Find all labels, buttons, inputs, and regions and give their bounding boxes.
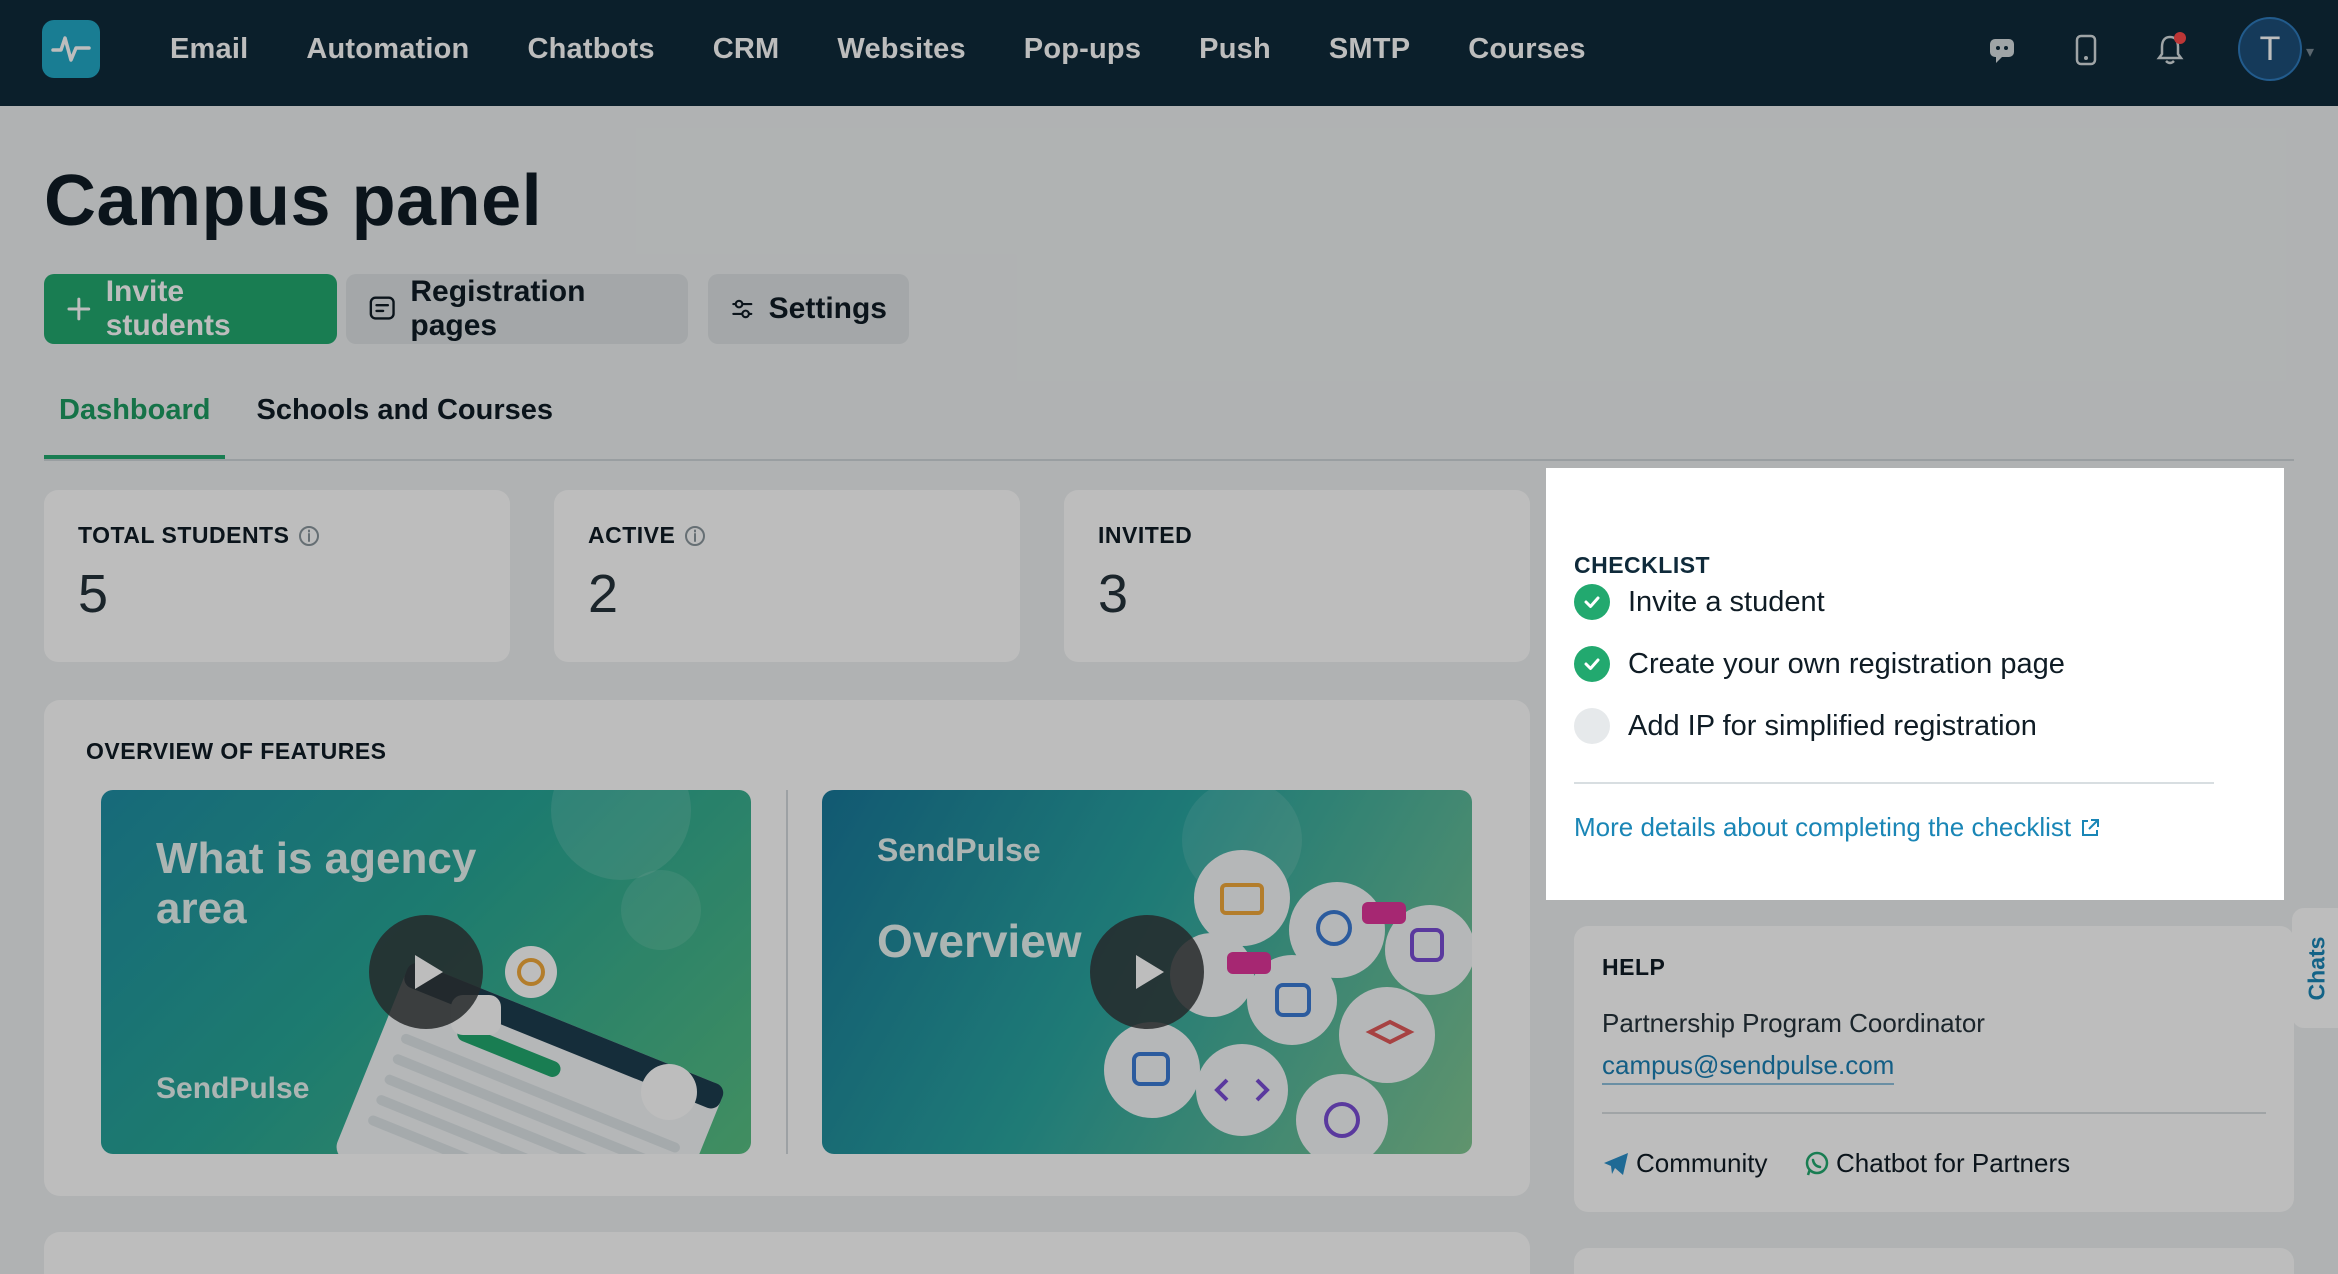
chatbot-for-partners-label: Chatbot for Partners	[1836, 1148, 2071, 1178]
sendpulse-logo[interactable]	[42, 20, 100, 78]
page-tabs: Dashboard Schools and Courses	[44, 388, 568, 460]
stat-total-students: TOTAL STUDENTS 5	[44, 490, 510, 662]
settings-sliders-icon	[732, 299, 753, 319]
stat-label-wrapper: INVITED	[1098, 522, 1496, 549]
main-nav: Email Automation Chatbots CRM Websites P…	[170, 0, 1586, 98]
nav-item-websites[interactable]: Websites	[837, 33, 965, 66]
chevron-down-icon[interactable]: ▾	[2306, 42, 2314, 62]
nav-item-courses[interactable]: Courses	[1468, 33, 1585, 66]
help-card: HELP Partnership Program Coordinator cam…	[1574, 926, 2294, 1212]
external-link-icon	[2082, 818, 2100, 836]
notifications-bell-icon[interactable]	[2150, 30, 2190, 70]
next-card-partial	[44, 1232, 1530, 1274]
checklist-divider	[1574, 782, 2214, 784]
check-pending-icon	[1574, 708, 1610, 744]
plus-icon	[67, 297, 91, 321]
registration-pages-label: Registration pages	[410, 275, 586, 342]
help-divider	[1602, 1112, 2266, 1114]
features-overview-card: OVERVIEW OF FEATURES What is agency area…	[44, 700, 1530, 1196]
stat-label-wrapper: TOTAL STUDENTS	[78, 522, 476, 549]
top-navigation: Email Automation Chatbots CRM Websites P…	[0, 0, 2338, 106]
nav-item-automation[interactable]: Automation	[306, 33, 469, 66]
play-icon	[415, 955, 443, 989]
video-title: What is agency area	[156, 834, 477, 933]
tab-dashboard[interactable]: Dashboard	[44, 388, 226, 460]
nav-item-popups[interactable]: Pop-ups	[1024, 33, 1141, 66]
next-right-card-partial	[1574, 1248, 2294, 1274]
help-title: HELP	[1602, 954, 1666, 980]
features-title: OVERVIEW OF FEATURES	[86, 738, 387, 764]
stat-invited: INVITED 3	[1064, 490, 1530, 662]
stat-value: 2	[588, 564, 619, 624]
checklist-title: CHECKLIST	[1574, 552, 1711, 578]
tabs-divider	[44, 459, 2294, 461]
checklist-details-label: More details about completing the checkl…	[1574, 812, 2072, 842]
video-overview[interactable]: SendPulse Overview	[822, 790, 1472, 1154]
stat-active: ACTIVE 2	[554, 490, 1020, 662]
invite-students-label: Invite students	[105, 275, 231, 342]
checklist-item: Invite a student	[1574, 584, 1825, 620]
checklist-item: Add IP for simplified registration	[1574, 708, 2037, 744]
checklist-item: Create your own registration page	[1574, 646, 2065, 682]
telegram-icon	[1604, 1152, 1628, 1175]
help-email-link[interactable]: campus@sendpulse.com	[1602, 1050, 1895, 1085]
features-divider	[786, 790, 788, 1154]
help-role: Partnership Program Coordinator	[1602, 1008, 1985, 1038]
checklist-item-label: Invite a student	[1628, 585, 1825, 618]
play-button[interactable]	[1090, 915, 1204, 1029]
whatsapp-icon	[1805, 1151, 1829, 1175]
stat-value: 3	[1098, 564, 1129, 624]
stat-label: ACTIVE	[588, 522, 676, 548]
video-brand: SendPulse	[156, 1072, 310, 1105]
community-link[interactable]: Community	[1602, 1148, 1767, 1179]
chat-icon[interactable]	[1982, 30, 2022, 70]
video-agency-area[interactable]: What is agency area SendPulse	[101, 790, 751, 1154]
check-done-icon	[1574, 646, 1610, 682]
video-brand: SendPulse	[877, 832, 1041, 868]
checklist-item-label: Add IP for simplified registration	[1628, 709, 2037, 742]
community-label: Community	[1636, 1148, 1768, 1178]
stat-value: 5	[78, 564, 109, 624]
chats-tab-label: Chats	[2303, 936, 2330, 1000]
stat-label: TOTAL STUDENTS	[78, 522, 290, 548]
checklist-item-label: Create your own registration page	[1628, 647, 2065, 680]
info-icon[interactable]	[683, 524, 707, 548]
info-icon[interactable]	[297, 524, 321, 548]
registration-pages-button[interactable]: Registration pages	[346, 274, 688, 344]
play-button[interactable]	[369, 915, 483, 1029]
chatbot-for-partners-link[interactable]: Chatbot for Partners	[1804, 1148, 2070, 1179]
checklist-highlight: CHECKLIST Invite a student Create your o…	[1546, 468, 2284, 900]
nav-item-smtp[interactable]: SMTP	[1329, 33, 1410, 66]
checklist-card: CHECKLIST Invite a student Create your o…	[1574, 490, 2256, 890]
check-done-icon	[1574, 584, 1610, 620]
invite-students-button[interactable]: Invite students	[44, 274, 337, 344]
user-avatar[interactable]: T	[2238, 17, 2302, 81]
mobile-app-icon[interactable]	[2066, 30, 2106, 70]
play-icon	[1136, 955, 1164, 989]
settings-label: Settings	[768, 292, 887, 325]
nav-item-email[interactable]: Email	[170, 33, 248, 66]
tab-schools-and-courses[interactable]: Schools and Courses	[241, 388, 568, 460]
notification-dot	[2174, 32, 2186, 44]
checklist-details-link[interactable]: More details about completing the checkl…	[1574, 812, 2101, 843]
chats-side-tab[interactable]: Chats	[2292, 908, 2338, 1028]
video-title: Overview	[877, 915, 1082, 967]
settings-button[interactable]: Settings	[708, 274, 909, 344]
registration-form-icon	[369, 296, 395, 320]
nav-item-chatbots[interactable]: Chatbots	[527, 33, 654, 66]
page-title: Campus panel	[44, 161, 543, 241]
stat-label: INVITED	[1098, 522, 1193, 548]
nav-item-push[interactable]: Push	[1199, 33, 1271, 66]
stat-label-wrapper: ACTIVE	[588, 522, 986, 549]
nav-item-crm[interactable]: CRM	[713, 33, 780, 66]
